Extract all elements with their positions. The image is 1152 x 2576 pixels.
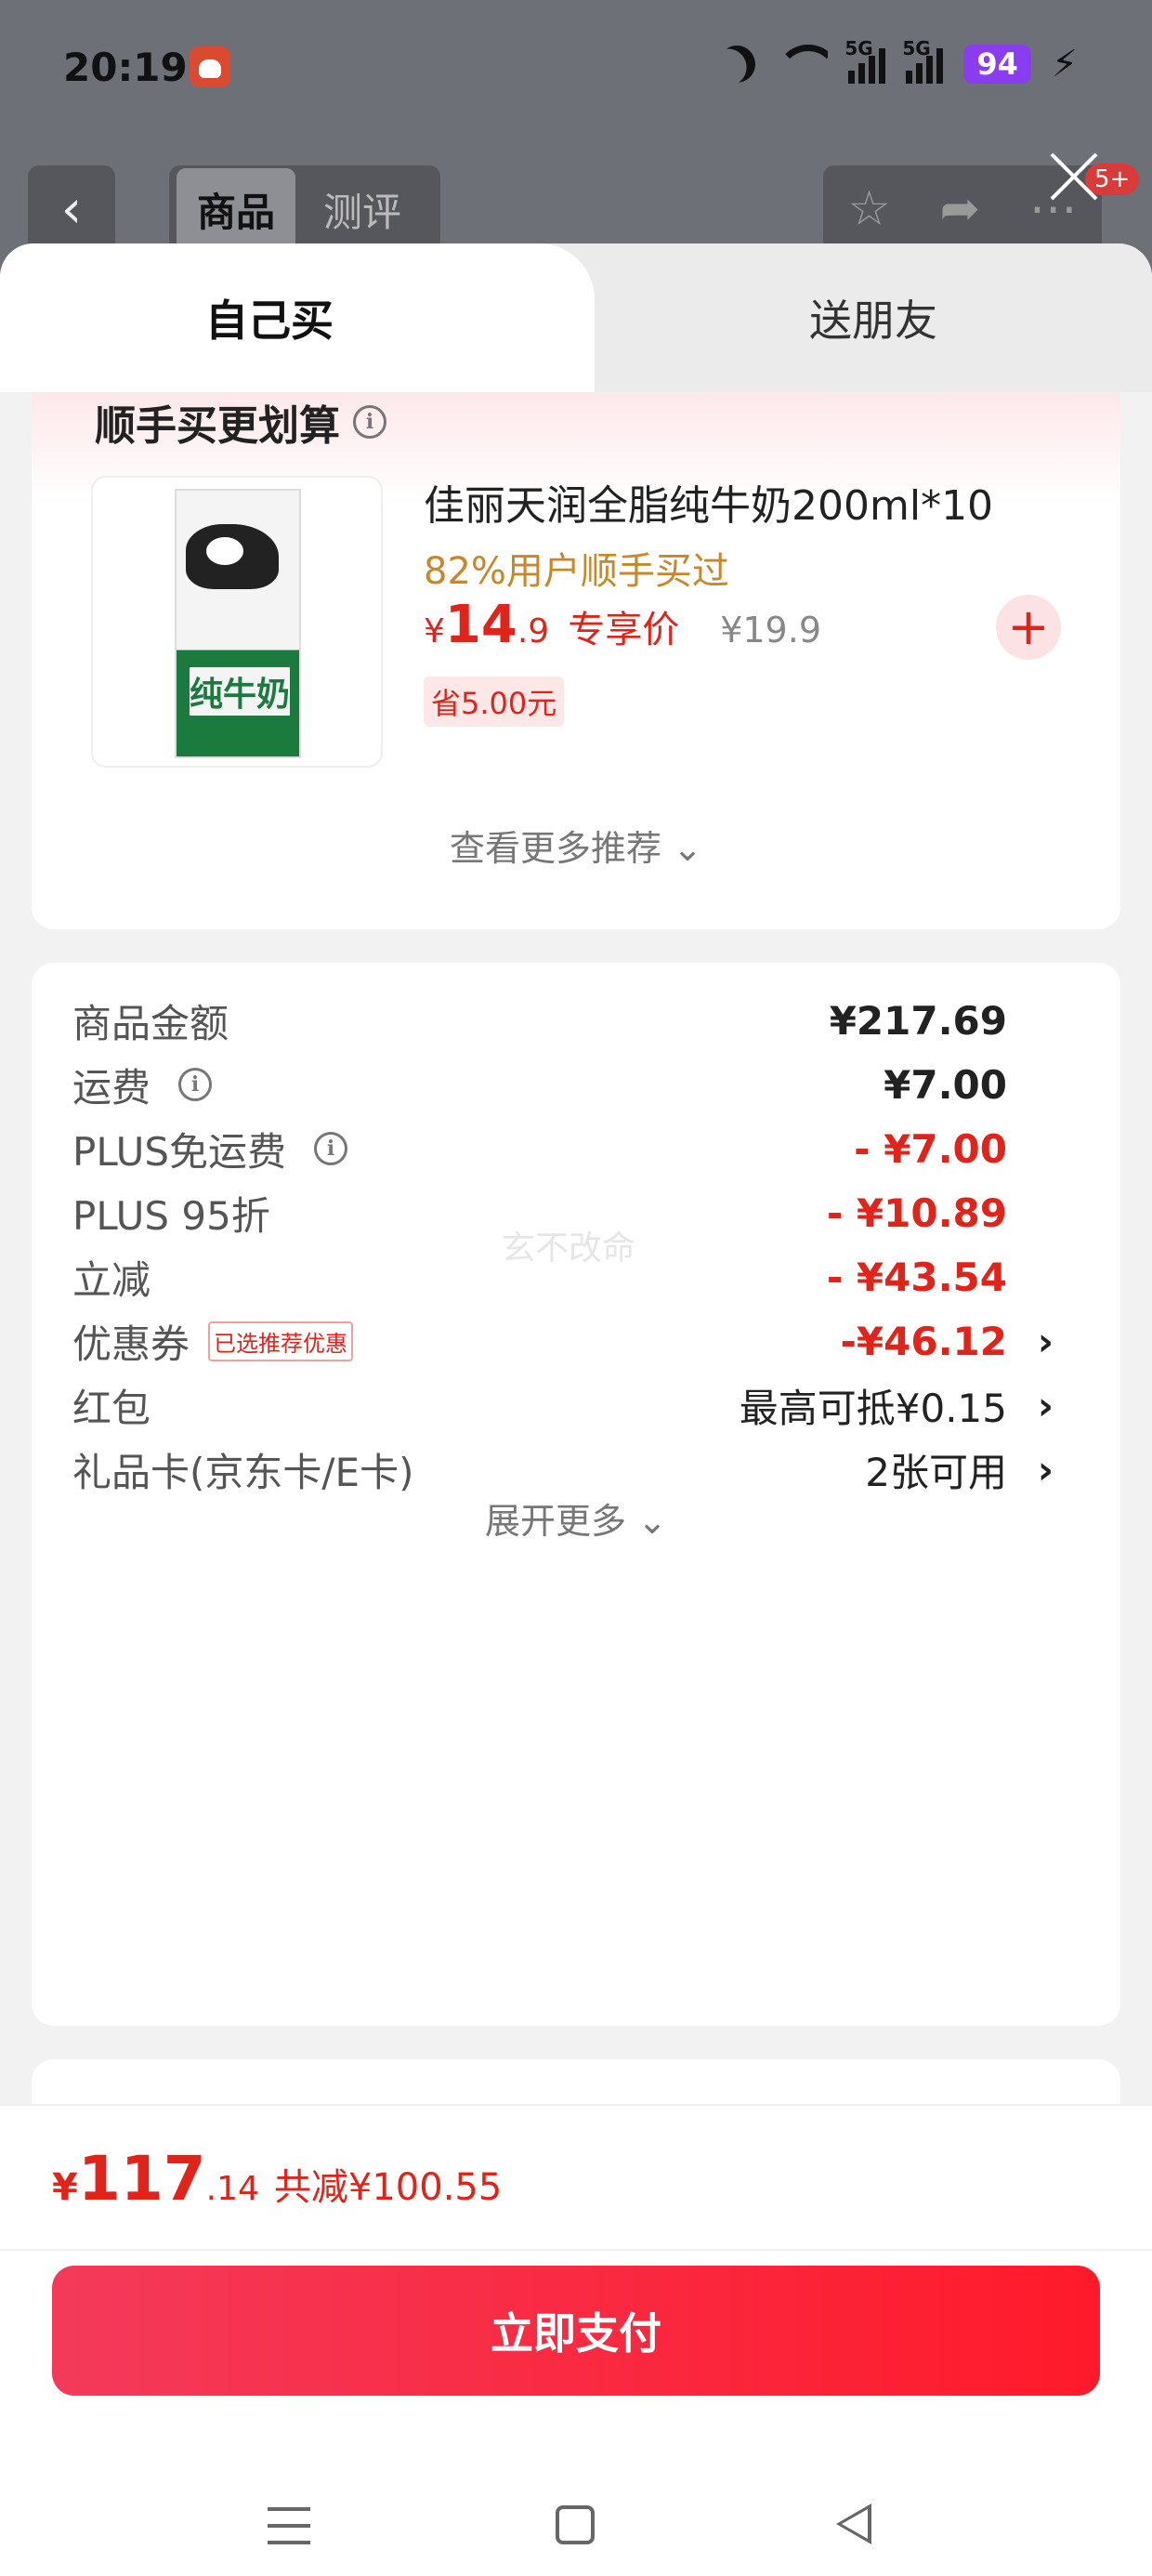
row-label: 红包 (72, 1385, 151, 1431)
row-label-text: 优惠券 (72, 1321, 190, 1367)
more-recommendations-link[interactable]: 查看更多推荐 ⌄ (32, 820, 1120, 871)
system-navigation-bar (0, 2474, 1152, 2576)
row-value: 最高可抵¥0.15 (739, 1385, 1007, 1431)
close-icon[interactable] (1046, 149, 1102, 204)
price-currency: ¥ (424, 612, 445, 651)
save-tag: 省5.00元 (424, 677, 565, 727)
status-time: 20:19 (63, 45, 188, 90)
row-label: PLUS免运费 i (72, 1121, 348, 1177)
row-value: - ¥10.89 (826, 1189, 1007, 1236)
tab-buy-self[interactable]: 自己买 (0, 243, 595, 392)
do-not-disturb-icon (713, 40, 761, 87)
row-label-text: PLUS免运费 (72, 1128, 287, 1175)
row-coupon[interactable]: 优惠券 已选推荐优惠 -¥46.12 › (72, 1304, 1076, 1378)
product-subtitle: 82%用户顺手买过 (424, 550, 729, 593)
original-price: ¥19.9 (720, 610, 821, 651)
purchase-type-tabs: 送朋友 自己买 (0, 243, 1152, 392)
status-icons: 5G 5G 94 ⚡ (718, 37, 1078, 85)
exclusive-price-label: 专享价 (568, 609, 680, 651)
charging-icon: ⚡ (1051, 43, 1078, 85)
coupon-selected-tag: 已选推荐优惠 (208, 1321, 354, 1361)
chevron-right-icon: › (1037, 1446, 1054, 1492)
star-icon[interactable]: ☆ (847, 181, 891, 237)
row-shipping: 运费 i ¥7.00 (72, 1047, 1076, 1122)
product-image[interactable]: 纯牛奶 (91, 476, 383, 768)
price-summary-card: 商品金额 ¥217.69 运费 i ¥7.00 PLUS免运费 i - ¥7.00 … (32, 963, 1120, 2026)
row-red-packet[interactable]: 红包 最高可抵¥0.15 › (72, 1368, 1076, 1442)
home-icon[interactable] (556, 2505, 595, 2544)
carton-text: 纯牛奶 (190, 667, 291, 716)
pay-now-button[interactable]: 立即支付 (52, 2266, 1100, 2396)
total-decimal: .14 (205, 2170, 259, 2208)
signal-icon-2: 5G (902, 37, 944, 84)
watermark: 玄不改命 (502, 1229, 636, 1268)
row-value: -¥46.12 (840, 1318, 1007, 1364)
row-value: 2张可用 (865, 1449, 1007, 1495)
app-notification-icon (190, 46, 230, 87)
chevron-left-icon: ‹ (60, 178, 83, 240)
row-value: ¥7.00 (884, 1061, 1007, 1108)
row-label-text: 运费 (72, 1064, 151, 1111)
total-price: ¥ 117 .14 共减¥100.55 (52, 2143, 502, 2215)
menu-icon[interactable] (268, 2507, 310, 2544)
recommend-title: 顺手买更划算 i (95, 392, 386, 452)
divider (0, 2249, 1152, 2251)
total-saved: 共减¥100.55 (273, 2166, 503, 2209)
info-icon[interactable]: i (178, 1068, 213, 1101)
total-currency: ¥ (52, 2166, 78, 2209)
product-nav-tabs: 商品 测评 (169, 165, 440, 253)
row-value: - ¥7.00 (854, 1125, 1007, 1172)
back-triangle-icon[interactable] (836, 2504, 871, 2544)
row-label: 礼品卡(京东卡/E卡) (72, 1449, 414, 1495)
add-to-order-button[interactable]: + (996, 595, 1061, 660)
row-item-amount: 商品金额 ¥217.69 (72, 983, 1076, 1058)
row-label: PLUS 95折 (72, 1192, 270, 1239)
info-icon[interactable]: i (353, 405, 386, 439)
share-icon[interactable]: ➦ (940, 181, 981, 237)
checkout-bottom-bar: ¥ 117 .14 共减¥100.55 立即支付 (0, 2104, 1152, 2576)
milk-carton-image: 纯牛奶 (175, 489, 301, 758)
battery-indicator: 94 (963, 45, 1031, 84)
chevron-right-icon: › (1037, 1382, 1054, 1428)
total-integer: 117 (77, 2143, 206, 2215)
row-plus-free-shipping: PLUS免运费 i - ¥7.00 (72, 1111, 1076, 1186)
row-value: ¥217.69 (829, 997, 1007, 1044)
product-name[interactable]: 佳丽天润全脂纯牛奶200ml*10 (424, 472, 993, 532)
price-integer: 14 (444, 595, 517, 655)
expand-more-link[interactable]: 展开更多 ⌄ (32, 1492, 1120, 1544)
cow-graphic (186, 524, 279, 589)
recommend-title-text: 顺手买更划算 (95, 402, 340, 450)
recommend-card: 顺手买更划算 i 纯牛奶 佳丽天润全脂纯牛奶200ml*10 82%用户顺手买过… (32, 392, 1120, 929)
row-label: 优惠券 已选推荐优惠 (72, 1313, 354, 1370)
row-label: 立减 (72, 1256, 151, 1303)
info-icon[interactable]: i (314, 1132, 348, 1165)
price-decimal: .9 (517, 612, 550, 651)
tab-review[interactable]: 测评 (303, 168, 422, 251)
row-label: 运费 i (72, 1057, 213, 1113)
tab-product[interactable]: 商品 (177, 167, 296, 251)
chevron-right-icon: › (1037, 1318, 1054, 1364)
status-bar: 20:19 5G 5G 94 ⚡ (0, 0, 1152, 139)
tab-send-friend[interactable]: 送朋友 (595, 243, 1152, 392)
signal-icon: 5G (844, 37, 886, 84)
wifi-icon (776, 45, 829, 84)
row-value: - ¥43.54 (826, 1254, 1007, 1300)
back-button[interactable]: ‹ (28, 165, 115, 253)
row-label: 商品金额 (72, 1000, 229, 1046)
product-price: ¥ 14 .9 专享价 ¥19.9 (424, 595, 821, 655)
